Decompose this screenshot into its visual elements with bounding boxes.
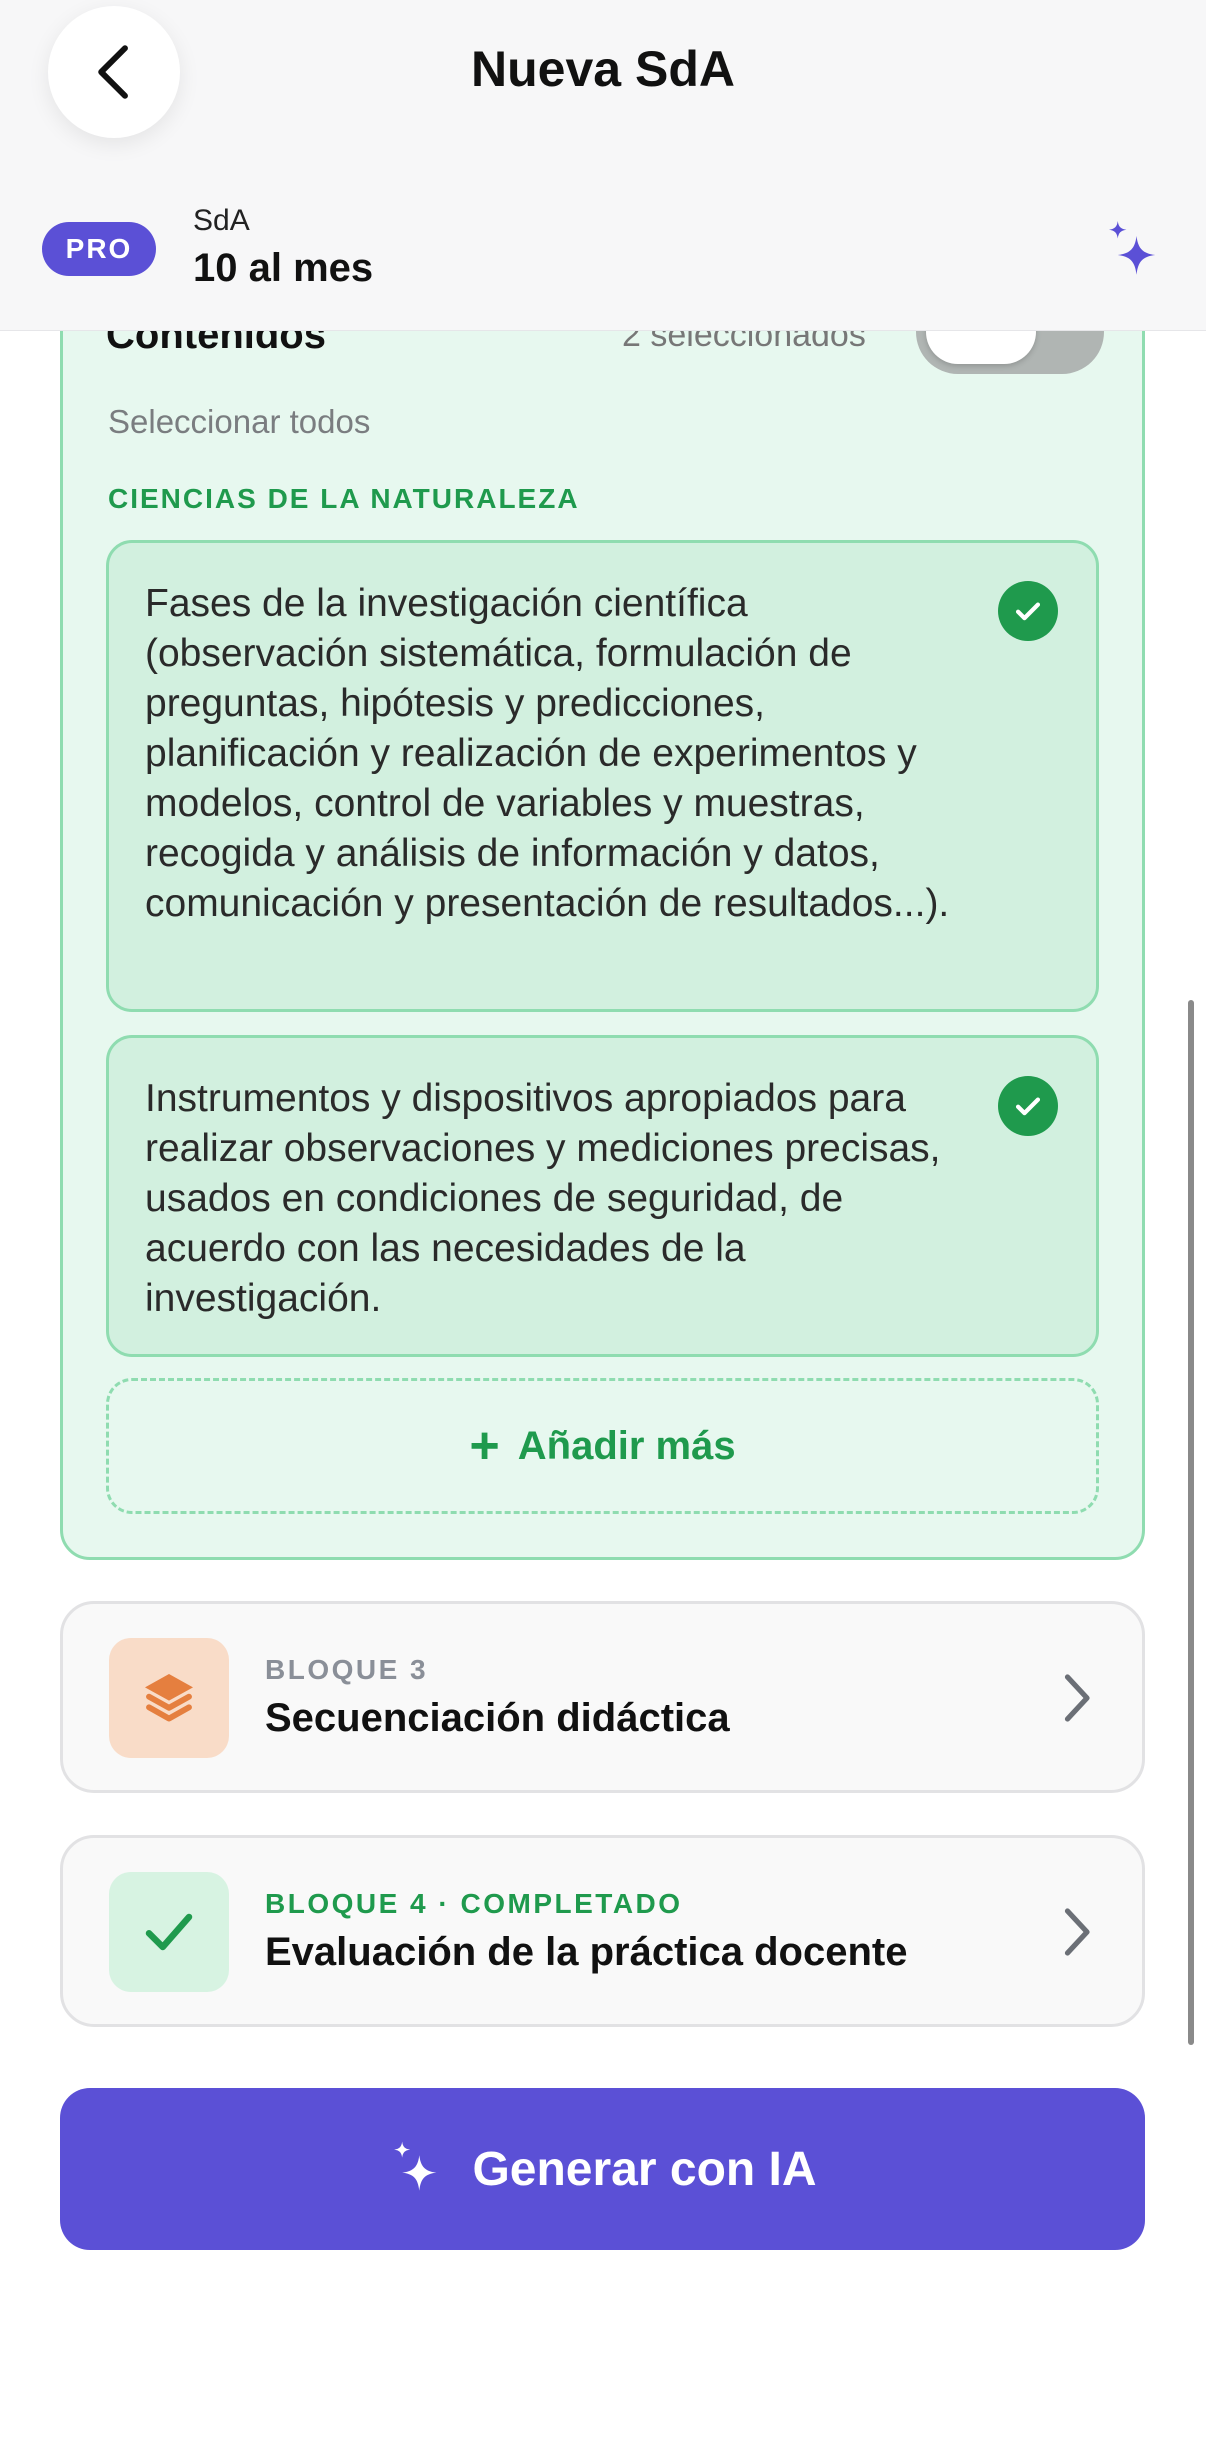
scrollbar[interactable] bbox=[1188, 1000, 1194, 2045]
content-item[interactable]: Fases de la investigación científica (ob… bbox=[106, 540, 1099, 1012]
page-title: Nueva SdA bbox=[471, 41, 735, 97]
block-title: Secuenciación didáctica bbox=[265, 1696, 730, 1740]
select-all-link[interactable]: Seleccionar todos bbox=[108, 403, 370, 441]
check-circle-icon bbox=[998, 1076, 1058, 1136]
block-card-evaluacion[interactable]: BLOQUE 4 · COMPLETADO Evaluación de la p… bbox=[60, 1835, 1145, 2027]
check-circle-icon bbox=[998, 581, 1058, 641]
sparkle-icon bbox=[394, 2141, 437, 2191]
group-label: CIENCIAS DE LA NATURALEZA bbox=[108, 483, 580, 514]
app-screen: Contenidos 2 seleccionados Seleccionar t… bbox=[0, 0, 1206, 2442]
layers-icon bbox=[109, 1638, 229, 1758]
plan-value: 10 al mes bbox=[193, 246, 374, 290]
check-icon bbox=[109, 1872, 229, 1992]
content-item[interactable]: Instrumentos y dispositivos apropiados p… bbox=[106, 1035, 1099, 1357]
content-item-text: Instrumentos y dispositivos apropiados p… bbox=[145, 1077, 941, 1320]
plus-icon: + bbox=[469, 1417, 500, 1475]
sparkle-icon[interactable] bbox=[1104, 216, 1164, 286]
chevron-right-icon bbox=[1064, 1908, 1090, 1956]
chevron-right-icon bbox=[1064, 1674, 1090, 1722]
plan-label: SdA bbox=[193, 204, 250, 237]
block-kicker: BLOQUE 4 · COMPLETADO bbox=[265, 1888, 683, 1919]
add-more-label: Añadir más bbox=[517, 1423, 736, 1468]
generate-ai-button[interactable]: Generar con IA bbox=[60, 2088, 1145, 2250]
content-item-text: Fases de la investigación científica (ob… bbox=[145, 582, 950, 925]
block-kicker: BLOQUE 3 bbox=[265, 1654, 429, 1685]
block-title: Evaluación de la práctica docente bbox=[265, 1930, 908, 1974]
block-card-secuenciacion[interactable]: BLOQUE 3 Secuenciación didáctica bbox=[60, 1601, 1145, 1793]
add-more-button[interactable]: + Añadir más bbox=[106, 1378, 1099, 1514]
top-bar: Nueva SdA PRO SdA 10 al mes bbox=[0, 0, 1206, 331]
generate-ai-label: Generar con IA bbox=[472, 2142, 817, 2196]
pro-badge: PRO bbox=[42, 222, 156, 276]
